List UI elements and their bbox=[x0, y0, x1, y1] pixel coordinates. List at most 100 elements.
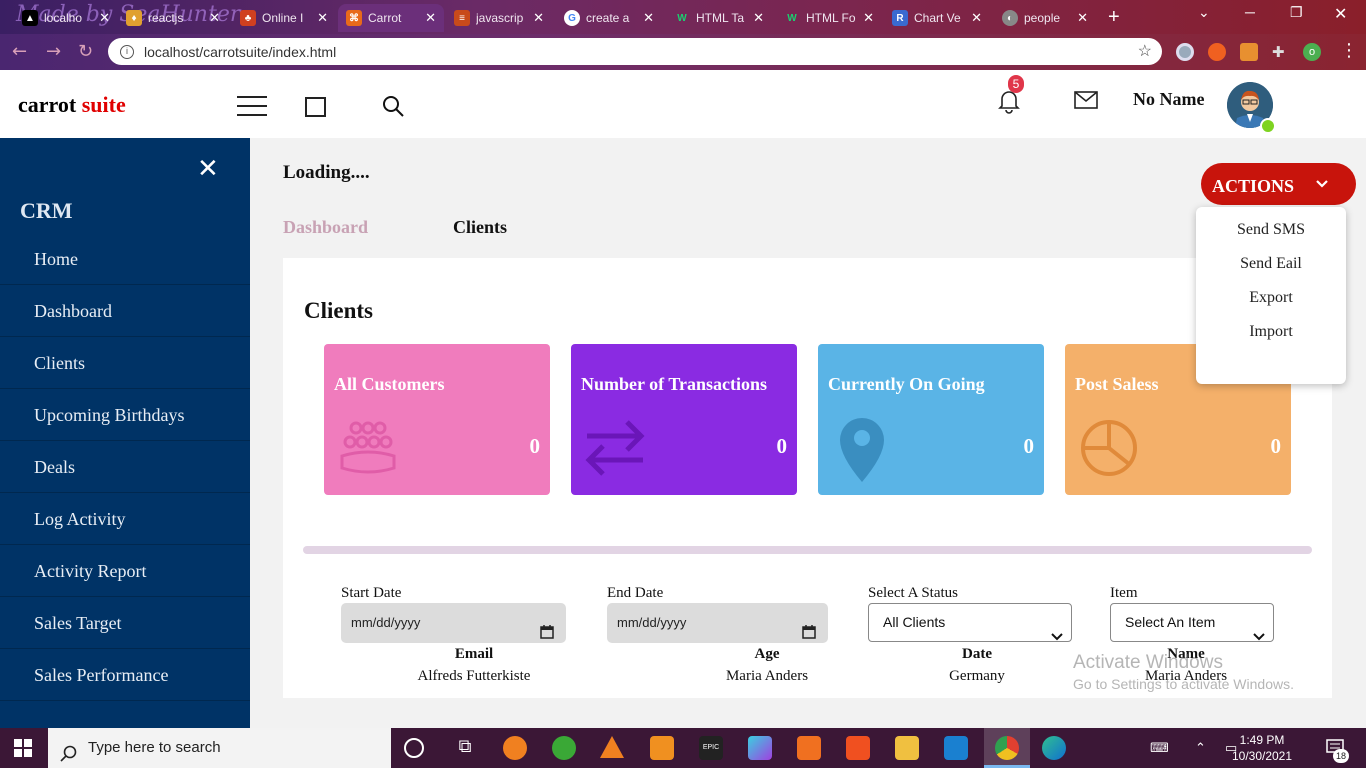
taskbar-search-input[interactable]: Type here to search bbox=[48, 728, 391, 768]
tab-title: javascrip bbox=[476, 11, 524, 25]
sidebar-item-dashboard[interactable]: Dashboard bbox=[0, 285, 250, 337]
sidebar-item-upcoming-birthdays[interactable]: Upcoming Birthdays bbox=[0, 389, 250, 441]
reload-icon[interactable]: ↻ bbox=[78, 41, 93, 62]
browser-tab[interactable]: W HTML Ta ✕ bbox=[666, 4, 772, 32]
browser-tab[interactable]: ♣ Online I ✕ bbox=[232, 4, 336, 32]
sidebar-item-home[interactable]: Home bbox=[0, 233, 250, 285]
table-header-date[interactable]: Date bbox=[927, 646, 1027, 663]
tab-close-icon[interactable]: ✕ bbox=[643, 10, 654, 26]
item-select[interactable]: Select An Item bbox=[1110, 603, 1274, 642]
tab-title: HTML Ta bbox=[696, 11, 745, 25]
app-logo[interactable]: carrot suite bbox=[18, 92, 126, 118]
keyboard-icon[interactable]: ⌨ bbox=[1150, 740, 1169, 756]
edge-icon[interactable] bbox=[1042, 736, 1066, 760]
tab-close-icon[interactable]: ✕ bbox=[863, 10, 874, 26]
url-input[interactable]: i localhost/carrotsuite/index.html ☆ bbox=[108, 38, 1162, 65]
breadcrumb-dashboard[interactable]: Dashboard bbox=[283, 217, 368, 238]
browser-tab[interactable]: ♦ reactjs ✕ bbox=[118, 4, 228, 32]
chevron-down-icon[interactable] bbox=[1315, 176, 1329, 194]
page-title: Clients bbox=[304, 298, 373, 323]
fullscreen-icon[interactable] bbox=[305, 97, 326, 117]
profile-icon[interactable]: o bbox=[1303, 43, 1321, 61]
stat-card-transactions[interactable]: Number of Transactions 0 bbox=[571, 344, 797, 495]
actions-button[interactable]: ACTIONS bbox=[1201, 163, 1356, 205]
table-header-age[interactable]: Age bbox=[717, 646, 817, 663]
sidebar-item-deals[interactable]: Deals bbox=[0, 441, 250, 493]
brave-icon[interactable] bbox=[846, 736, 870, 760]
table-cell: Alfreds Futterkiste bbox=[417, 668, 531, 684]
browser-tab-active[interactable]: ⌘ Carrot ✕ bbox=[338, 4, 444, 32]
calendar-icon[interactable] bbox=[540, 615, 554, 655]
mail-icon[interactable] bbox=[1074, 91, 1098, 114]
xampp-icon[interactable] bbox=[797, 736, 821, 760]
forward-arrow-icon[interactable]: → bbox=[46, 41, 61, 62]
tab-close-icon[interactable]: ✕ bbox=[753, 10, 764, 26]
card-value: 0 bbox=[1023, 434, 1035, 458]
restore-button[interactable]: ❐ bbox=[1290, 4, 1303, 21]
actions-dropdown-menu: Send SMS Send Eail Export Import bbox=[1196, 207, 1346, 384]
windows-start-icon[interactable] bbox=[14, 739, 32, 762]
menu-item-send-sms[interactable]: Send SMS bbox=[1196, 221, 1346, 239]
start-date-input[interactable]: mm/dd/yyyy bbox=[341, 603, 566, 643]
browser-tab[interactable]: W HTML Fo ✕ bbox=[776, 4, 882, 32]
tab-close-icon[interactable]: ✕ bbox=[425, 10, 436, 26]
hamburger-menu-icon[interactable] bbox=[237, 96, 267, 118]
action-center-badge: 18 bbox=[1333, 749, 1349, 763]
cortana-icon[interactable] bbox=[404, 738, 424, 758]
tab-close-icon[interactable]: ✕ bbox=[209, 10, 220, 26]
sidebar-item-activity-report[interactable]: Activity Report bbox=[0, 545, 250, 597]
people-group-icon bbox=[336, 416, 400, 485]
stat-card-ongoing[interactable]: Currently On Going 0 bbox=[818, 344, 1044, 495]
tab-close-icon[interactable]: ✕ bbox=[317, 10, 328, 26]
menu-item-send-email[interactable]: Send Eail bbox=[1196, 255, 1346, 273]
sidebar-item-sales-target[interactable]: Sales Target bbox=[0, 597, 250, 649]
sidebar-item-clients[interactable]: Clients bbox=[0, 337, 250, 389]
browser-tab[interactable]: ◐ people ✕ bbox=[994, 4, 1096, 32]
browser-tab[interactable]: ▲ localho ✕ bbox=[14, 4, 118, 32]
close-icon[interactable]: ✕ bbox=[197, 156, 219, 182]
minimize-button[interactable]: ─ bbox=[1245, 4, 1255, 20]
stat-card-all-customers[interactable]: All Customers 0 bbox=[324, 344, 550, 495]
metamask-icon[interactable] bbox=[1240, 43, 1258, 61]
vscode-icon[interactable] bbox=[944, 736, 968, 760]
blender-icon[interactable] bbox=[503, 736, 527, 760]
file-explorer-icon[interactable] bbox=[895, 736, 919, 760]
card-label: Post Saless bbox=[1075, 374, 1159, 394]
taskbar-clock[interactable]: 1:49 PM 10/30/2021 bbox=[1222, 732, 1302, 764]
extensions-puzzle-icon[interactable]: ✚ bbox=[1272, 43, 1290, 61]
epic-games-icon[interactable]: EPIC bbox=[699, 736, 723, 760]
menu-item-export[interactable]: Export bbox=[1196, 289, 1346, 307]
chevron-up-icon[interactable]: ⌃ bbox=[1195, 740, 1206, 756]
browser-menu-icon[interactable]: ⋮ bbox=[1340, 40, 1358, 61]
bookmark-star-icon[interactable]: ☆ bbox=[1138, 41, 1152, 61]
end-date-input[interactable]: mm/dd/yyyy bbox=[607, 603, 828, 643]
sublime-icon[interactable] bbox=[650, 736, 674, 760]
browser-tab[interactable]: G create a ✕ bbox=[556, 4, 662, 32]
tab-close-icon[interactable]: ✕ bbox=[1077, 10, 1088, 26]
tab-search-icon[interactable]: ⌄ bbox=[1198, 4, 1210, 21]
chrome-taskbar-active[interactable] bbox=[984, 728, 1030, 768]
table-header-email[interactable]: Email bbox=[424, 646, 524, 663]
new-tab-button[interactable]: + bbox=[1108, 6, 1120, 29]
app-icon[interactable] bbox=[748, 736, 772, 760]
vlc-icon[interactable] bbox=[600, 736, 624, 758]
extension-icon[interactable] bbox=[1176, 43, 1194, 61]
utorrent-icon[interactable] bbox=[552, 736, 576, 760]
user-name[interactable]: No Name bbox=[1133, 89, 1204, 110]
sidebar-item-sales-performance[interactable]: Sales Performance bbox=[0, 649, 250, 701]
menu-item-import[interactable]: Import bbox=[1196, 323, 1346, 341]
task-view-icon[interactable]: ⧉ bbox=[453, 736, 477, 760]
tab-title: create a bbox=[586, 11, 630, 25]
site-info-icon[interactable]: i bbox=[120, 44, 134, 59]
back-arrow-icon[interactable]: ← bbox=[12, 41, 27, 62]
close-window-button[interactable]: ✕ bbox=[1334, 4, 1347, 24]
tab-close-icon[interactable]: ✕ bbox=[971, 10, 982, 26]
sidebar-item-log-activity[interactable]: Log Activity bbox=[0, 493, 250, 545]
tab-close-icon[interactable]: ✕ bbox=[533, 10, 544, 26]
tab-close-icon[interactable]: ✕ bbox=[99, 10, 110, 26]
browser-tab[interactable]: ≡ javascrip ✕ bbox=[446, 4, 552, 32]
extension-icon[interactable] bbox=[1208, 43, 1226, 61]
search-icon[interactable] bbox=[381, 94, 405, 123]
status-select[interactable]: All Clients bbox=[868, 603, 1072, 642]
browser-tab[interactable]: R Chart Ve ✕ bbox=[884, 4, 990, 32]
